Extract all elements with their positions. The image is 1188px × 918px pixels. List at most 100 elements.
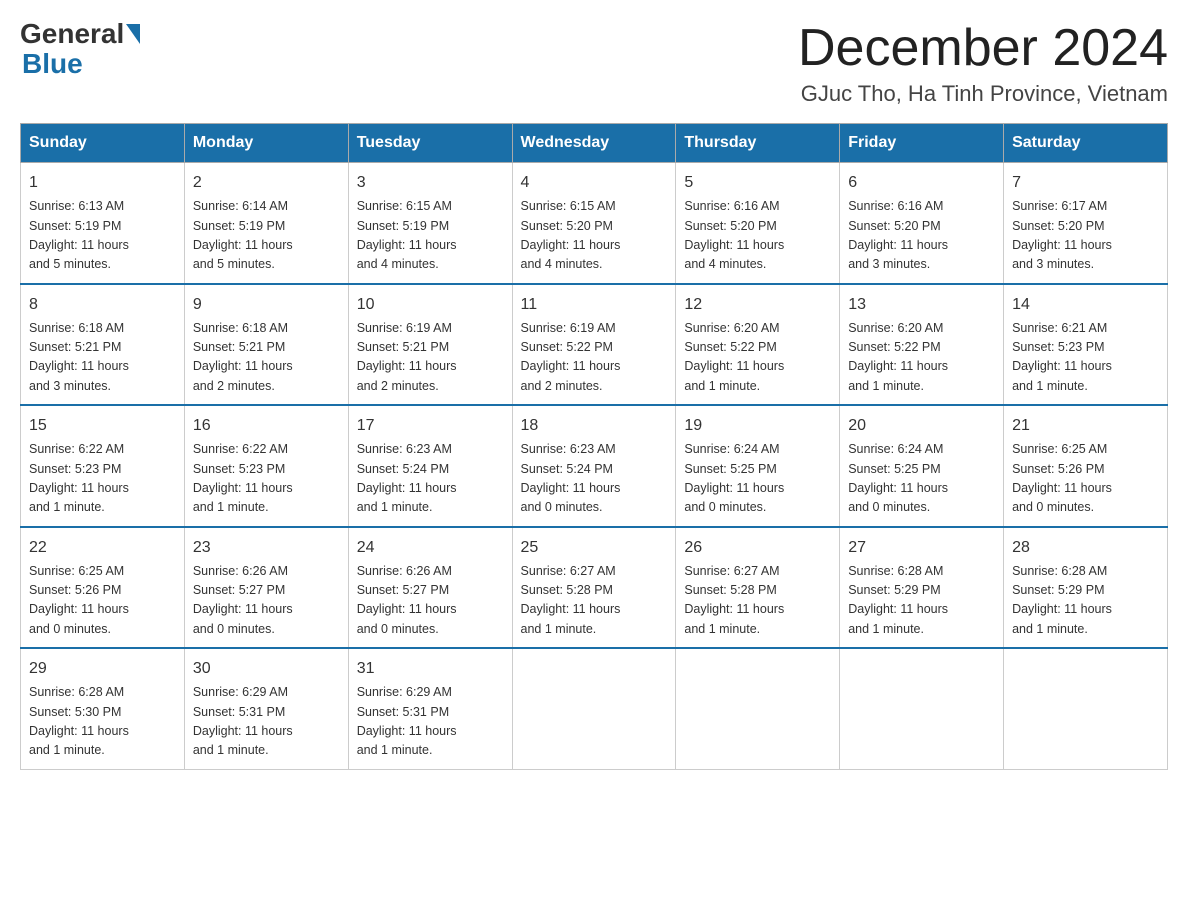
- calendar-day-cell: 26Sunrise: 6:27 AMSunset: 5:28 PMDayligh…: [676, 527, 840, 649]
- calendar-day-cell: 30Sunrise: 6:29 AMSunset: 5:31 PMDayligh…: [184, 648, 348, 769]
- day-number: 9: [193, 293, 340, 317]
- calendar-day-cell: 24Sunrise: 6:26 AMSunset: 5:27 PMDayligh…: [348, 527, 512, 649]
- location-title: GJuc Tho, Ha Tinh Province, Vietnam: [798, 81, 1168, 107]
- calendar-day-cell: 1Sunrise: 6:13 AMSunset: 5:19 PMDaylight…: [21, 163, 185, 284]
- calendar-day-cell: 14Sunrise: 6:21 AMSunset: 5:23 PMDayligh…: [1004, 284, 1168, 406]
- day-info: Sunrise: 6:24 AMSunset: 5:25 PMDaylight:…: [848, 440, 995, 518]
- calendar-day-cell: 27Sunrise: 6:28 AMSunset: 5:29 PMDayligh…: [840, 527, 1004, 649]
- day-info: Sunrise: 6:28 AMSunset: 5:29 PMDaylight:…: [1012, 562, 1159, 640]
- calendar-day-cell: [512, 648, 676, 769]
- calendar-day-cell: 28Sunrise: 6:28 AMSunset: 5:29 PMDayligh…: [1004, 527, 1168, 649]
- calendar-week-row: 8Sunrise: 6:18 AMSunset: 5:21 PMDaylight…: [21, 284, 1168, 406]
- day-of-week-header: Sunday: [21, 124, 185, 163]
- day-info: Sunrise: 6:29 AMSunset: 5:31 PMDaylight:…: [357, 683, 504, 761]
- day-number: 3: [357, 171, 504, 195]
- title-section: December 2024 GJuc Tho, Ha Tinh Province…: [798, 20, 1168, 107]
- calendar-header-row: SundayMondayTuesdayWednesdayThursdayFrid…: [21, 124, 1168, 163]
- day-info: Sunrise: 6:20 AMSunset: 5:22 PMDaylight:…: [848, 319, 995, 397]
- day-number: 6: [848, 171, 995, 195]
- day-number: 19: [684, 414, 831, 438]
- day-info: Sunrise: 6:21 AMSunset: 5:23 PMDaylight:…: [1012, 319, 1159, 397]
- calendar-day-cell: 31Sunrise: 6:29 AMSunset: 5:31 PMDayligh…: [348, 648, 512, 769]
- calendar-day-cell: 12Sunrise: 6:20 AMSunset: 5:22 PMDayligh…: [676, 284, 840, 406]
- page-header: General Blue December 2024 GJuc Tho, Ha …: [20, 20, 1168, 107]
- day-number: 16: [193, 414, 340, 438]
- calendar-day-cell: 25Sunrise: 6:27 AMSunset: 5:28 PMDayligh…: [512, 527, 676, 649]
- day-number: 1: [29, 171, 176, 195]
- day-number: 22: [29, 536, 176, 560]
- calendar-day-cell: 15Sunrise: 6:22 AMSunset: 5:23 PMDayligh…: [21, 405, 185, 527]
- calendar-table: SundayMondayTuesdayWednesdayThursdayFrid…: [20, 123, 1168, 770]
- month-title: December 2024: [798, 20, 1168, 77]
- day-number: 13: [848, 293, 995, 317]
- calendar-day-cell: 23Sunrise: 6:26 AMSunset: 5:27 PMDayligh…: [184, 527, 348, 649]
- calendar-day-cell: 29Sunrise: 6:28 AMSunset: 5:30 PMDayligh…: [21, 648, 185, 769]
- day-info: Sunrise: 6:29 AMSunset: 5:31 PMDaylight:…: [193, 683, 340, 761]
- day-info: Sunrise: 6:23 AMSunset: 5:24 PMDaylight:…: [357, 440, 504, 518]
- day-info: Sunrise: 6:24 AMSunset: 5:25 PMDaylight:…: [684, 440, 831, 518]
- day-number: 14: [1012, 293, 1159, 317]
- day-number: 4: [521, 171, 668, 195]
- day-info: Sunrise: 6:22 AMSunset: 5:23 PMDaylight:…: [193, 440, 340, 518]
- calendar-day-cell: 20Sunrise: 6:24 AMSunset: 5:25 PMDayligh…: [840, 405, 1004, 527]
- day-info: Sunrise: 6:26 AMSunset: 5:27 PMDaylight:…: [357, 562, 504, 640]
- calendar-body: 1Sunrise: 6:13 AMSunset: 5:19 PMDaylight…: [21, 163, 1168, 770]
- day-info: Sunrise: 6:28 AMSunset: 5:29 PMDaylight:…: [848, 562, 995, 640]
- day-number: 17: [357, 414, 504, 438]
- day-info: Sunrise: 6:18 AMSunset: 5:21 PMDaylight:…: [29, 319, 176, 397]
- calendar-day-cell: 21Sunrise: 6:25 AMSunset: 5:26 PMDayligh…: [1004, 405, 1168, 527]
- day-of-week-header: Tuesday: [348, 124, 512, 163]
- calendar-day-cell: 13Sunrise: 6:20 AMSunset: 5:22 PMDayligh…: [840, 284, 1004, 406]
- day-number: 15: [29, 414, 176, 438]
- calendar-day-cell: 10Sunrise: 6:19 AMSunset: 5:21 PMDayligh…: [348, 284, 512, 406]
- calendar-day-cell: 4Sunrise: 6:15 AMSunset: 5:20 PMDaylight…: [512, 163, 676, 284]
- calendar-day-cell: 19Sunrise: 6:24 AMSunset: 5:25 PMDayligh…: [676, 405, 840, 527]
- day-of-week-header: Friday: [840, 124, 1004, 163]
- day-number: 12: [684, 293, 831, 317]
- day-number: 26: [684, 536, 831, 560]
- day-info: Sunrise: 6:15 AMSunset: 5:19 PMDaylight:…: [357, 197, 504, 275]
- day-of-week-header: Saturday: [1004, 124, 1168, 163]
- calendar-day-cell: 22Sunrise: 6:25 AMSunset: 5:26 PMDayligh…: [21, 527, 185, 649]
- day-info: Sunrise: 6:16 AMSunset: 5:20 PMDaylight:…: [684, 197, 831, 275]
- day-number: 5: [684, 171, 831, 195]
- day-number: 23: [193, 536, 340, 560]
- logo-general-text: General: [20, 20, 124, 48]
- day-info: Sunrise: 6:19 AMSunset: 5:21 PMDaylight:…: [357, 319, 504, 397]
- day-number: 20: [848, 414, 995, 438]
- day-info: Sunrise: 6:26 AMSunset: 5:27 PMDaylight:…: [193, 562, 340, 640]
- logo-arrow-icon: [126, 24, 140, 44]
- calendar-day-cell: 8Sunrise: 6:18 AMSunset: 5:21 PMDaylight…: [21, 284, 185, 406]
- day-number: 21: [1012, 414, 1159, 438]
- calendar-week-row: 15Sunrise: 6:22 AMSunset: 5:23 PMDayligh…: [21, 405, 1168, 527]
- calendar-day-cell: 7Sunrise: 6:17 AMSunset: 5:20 PMDaylight…: [1004, 163, 1168, 284]
- logo: General Blue: [20, 20, 140, 80]
- calendar-day-cell: [1004, 648, 1168, 769]
- day-number: 18: [521, 414, 668, 438]
- calendar-day-cell: 16Sunrise: 6:22 AMSunset: 5:23 PMDayligh…: [184, 405, 348, 527]
- day-number: 2: [193, 171, 340, 195]
- day-number: 30: [193, 657, 340, 681]
- day-info: Sunrise: 6:27 AMSunset: 5:28 PMDaylight:…: [521, 562, 668, 640]
- calendar-day-cell: 17Sunrise: 6:23 AMSunset: 5:24 PMDayligh…: [348, 405, 512, 527]
- day-info: Sunrise: 6:22 AMSunset: 5:23 PMDaylight:…: [29, 440, 176, 518]
- calendar-day-cell: 2Sunrise: 6:14 AMSunset: 5:19 PMDaylight…: [184, 163, 348, 284]
- day-number: 11: [521, 293, 668, 317]
- calendar-day-cell: 18Sunrise: 6:23 AMSunset: 5:24 PMDayligh…: [512, 405, 676, 527]
- day-info: Sunrise: 6:25 AMSunset: 5:26 PMDaylight:…: [1012, 440, 1159, 518]
- calendar-day-cell: 3Sunrise: 6:15 AMSunset: 5:19 PMDaylight…: [348, 163, 512, 284]
- day-info: Sunrise: 6:18 AMSunset: 5:21 PMDaylight:…: [193, 319, 340, 397]
- calendar-day-cell: 5Sunrise: 6:16 AMSunset: 5:20 PMDaylight…: [676, 163, 840, 284]
- calendar-week-row: 22Sunrise: 6:25 AMSunset: 5:26 PMDayligh…: [21, 527, 1168, 649]
- calendar-day-cell: 6Sunrise: 6:16 AMSunset: 5:20 PMDaylight…: [840, 163, 1004, 284]
- day-info: Sunrise: 6:19 AMSunset: 5:22 PMDaylight:…: [521, 319, 668, 397]
- calendar-week-row: 1Sunrise: 6:13 AMSunset: 5:19 PMDaylight…: [21, 163, 1168, 284]
- day-of-week-header: Thursday: [676, 124, 840, 163]
- day-number: 7: [1012, 171, 1159, 195]
- calendar-week-row: 29Sunrise: 6:28 AMSunset: 5:30 PMDayligh…: [21, 648, 1168, 769]
- calendar-day-cell: 9Sunrise: 6:18 AMSunset: 5:21 PMDaylight…: [184, 284, 348, 406]
- day-info: Sunrise: 6:17 AMSunset: 5:20 PMDaylight:…: [1012, 197, 1159, 275]
- day-info: Sunrise: 6:14 AMSunset: 5:19 PMDaylight:…: [193, 197, 340, 275]
- day-info: Sunrise: 6:15 AMSunset: 5:20 PMDaylight:…: [521, 197, 668, 275]
- day-info: Sunrise: 6:16 AMSunset: 5:20 PMDaylight:…: [848, 197, 995, 275]
